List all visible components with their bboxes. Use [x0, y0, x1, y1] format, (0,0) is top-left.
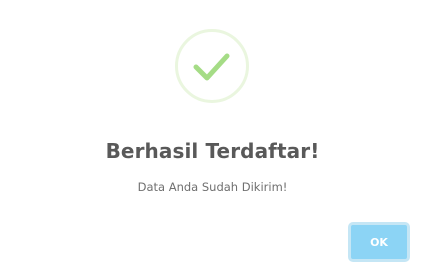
ok-button[interactable]: OK [348, 222, 410, 262]
checkmark-success-icon [175, 29, 249, 103]
check-icon [193, 53, 230, 81]
success-dialog: Berhasil Terdaftar! Data Anda Sudah Diki… [0, 0, 425, 276]
dialog-title: Berhasil Terdaftar! [105, 139, 320, 163]
dialog-message: Data Anda Sudah Dikirim! [137, 180, 288, 194]
